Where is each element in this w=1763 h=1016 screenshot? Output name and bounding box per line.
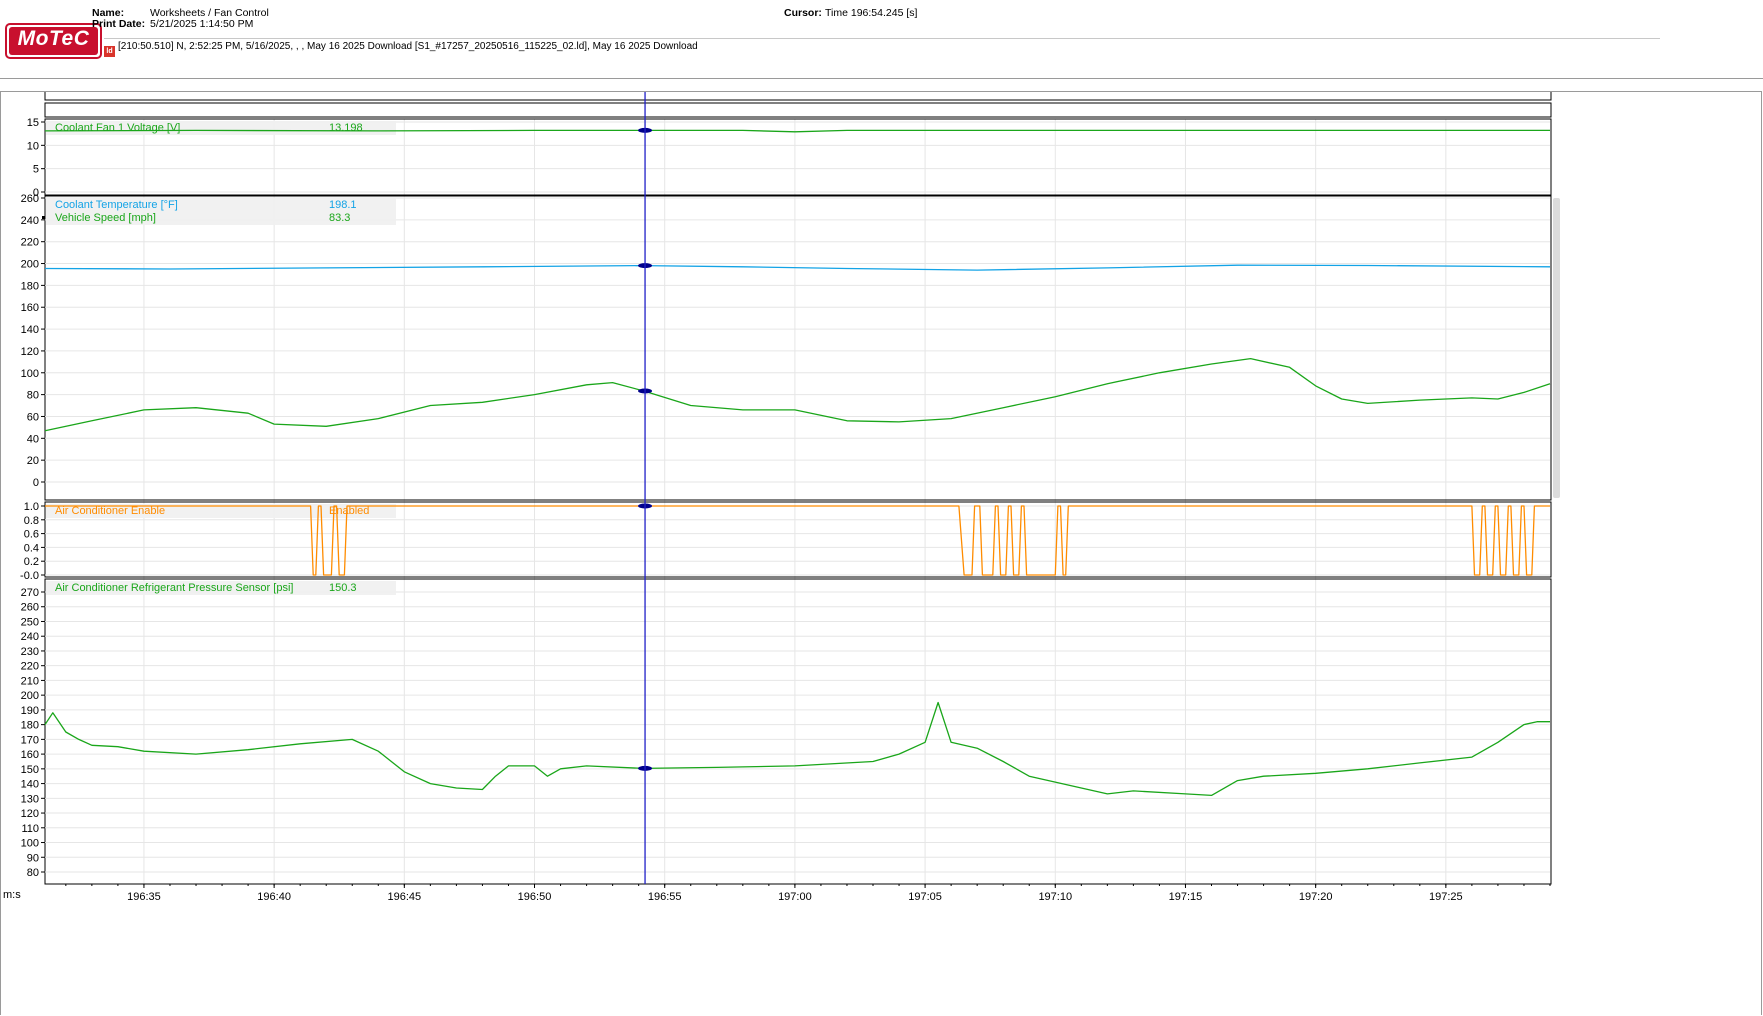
- y-tick-label: 150: [21, 764, 39, 776]
- y-tick-label: 80: [27, 867, 39, 879]
- y-tick-label: 140: [21, 324, 39, 336]
- y-tick-label: 180: [21, 720, 39, 732]
- x-tick-label: 196:40: [257, 891, 291, 903]
- y-tick-label: 240: [21, 215, 39, 227]
- x-tick-label: 197:05: [908, 891, 942, 903]
- y-tick-label: 220: [21, 661, 39, 673]
- y-tick-label: 140: [21, 779, 39, 791]
- x-axis-unit-label: m:s: [3, 889, 21, 901]
- legend-series-name: Air Conditioner Enable: [55, 505, 165, 517]
- time-series-chart[interactable]: 196:35 196:40 196:45 196:50 196:55 197:00 197:…: [1, 92, 1761, 1016]
- x-tick-label: 196:50: [518, 891, 552, 903]
- y-tick-label: 170: [21, 734, 39, 746]
- y-tick-label: 5: [33, 164, 39, 176]
- y-tick-label: 60: [27, 411, 39, 423]
- y-tick-label: 0: [33, 477, 39, 489]
- header-divider: [104, 38, 1660, 39]
- y-tick-label: 160: [21, 749, 39, 761]
- y-tick-label: 180: [21, 280, 39, 292]
- y-tick-label: 240: [21, 631, 39, 643]
- legend-cursor-value: 83.3: [329, 212, 350, 224]
- print-date-value: 5/21/2025 1:14:50 PM: [150, 18, 254, 30]
- empty-strip-pane: [44, 102, 1552, 118]
- y-tick-label: 230: [21, 646, 39, 658]
- y-tick-label: 260: [21, 602, 39, 614]
- cursor-value: Time 196:54.245 [s]: [825, 7, 918, 19]
- empty-strip-pane: [44, 92, 1552, 101]
- motec-logo: MoTeC: [5, 23, 102, 59]
- cursor-label: Cursor:: [784, 7, 822, 19]
- legend-series-name: Coolant Temperature [°F]: [55, 199, 178, 211]
- legend-series-name: Air Conditioner Refrigerant Pressure Sen…: [55, 582, 293, 594]
- y-tick-label: -0.0: [20, 570, 39, 582]
- y-tick-label: 110: [21, 823, 39, 835]
- y-tick-label: 160: [21, 302, 39, 314]
- x-tick-label: 196:45: [387, 891, 421, 903]
- y-tick-label: 0.8: [24, 515, 39, 527]
- y-tick-label: 270: [21, 587, 39, 599]
- worksheet-panel: 196:35 196:40 196:45 196:50 196:55 197:00 197:…: [0, 91, 1762, 1015]
- series-line: [44, 264, 1551, 271]
- y-tick-label: 80: [27, 390, 39, 402]
- y-tick-label: 220: [21, 237, 39, 249]
- y-tick-label: 260: [21, 193, 39, 205]
- y-tick-label: 0.2: [24, 556, 39, 568]
- legend-cursor-value: 150.3: [329, 582, 357, 594]
- y-tick-label: 40: [27, 433, 39, 445]
- legend-cursor-value: Enabled: [329, 505, 369, 517]
- y-tick-label: 120: [21, 808, 39, 820]
- x-tick-label: 197:10: [1038, 891, 1072, 903]
- y-tick-label: 210: [21, 675, 39, 687]
- y-tick-label: 120: [21, 346, 39, 358]
- y-tick-label: 100: [21, 838, 39, 850]
- y-tick-label: 1.0: [24, 501, 39, 513]
- y-tick-label: 250: [21, 616, 39, 628]
- y-tick-label: 100: [21, 368, 39, 380]
- y-tick-label: 130: [21, 793, 39, 805]
- series-line: [44, 701, 1550, 797]
- y-tick-label: 10: [27, 140, 39, 152]
- y-tick-label: 90: [27, 852, 39, 864]
- y-tick-label: 15: [27, 117, 39, 129]
- logo-text: MoTeC: [9, 27, 98, 55]
- print-date-label: Print Date:: [92, 18, 146, 30]
- y-tick-label: 200: [21, 259, 39, 271]
- file-info: [210:50.510] N, 2:52:25 PM, 5/16/2025, ,…: [118, 41, 698, 52]
- active-channel-marker: [42, 216, 45, 219]
- y-tick-label: 200: [21, 690, 39, 702]
- y-tick-label: 0.6: [24, 529, 39, 541]
- pane-frame: [44, 578, 1552, 885]
- x-tick-label: 196:55: [648, 891, 682, 903]
- print-header: MoTeC Name: Worksheets / Fan Control Pri…: [0, 0, 1763, 79]
- legend-cursor-value: 198.1: [329, 199, 357, 211]
- ld-file-icon: ld: [104, 46, 115, 57]
- legend-series-name: Vehicle Speed [mph]: [55, 212, 156, 224]
- x-tick-label: 197:25: [1429, 891, 1463, 903]
- x-tick-label: 197:20: [1299, 891, 1333, 903]
- x-tick-label: 196:35: [127, 891, 161, 903]
- y-tick-label: 20: [27, 455, 39, 467]
- vertical-scrollbar: [1553, 198, 1560, 498]
- x-tick-label: 197:00: [778, 891, 812, 903]
- x-tick-label: 197:15: [1169, 891, 1203, 903]
- y-tick-label: 190: [21, 705, 39, 717]
- legend-cursor-value: 13.198: [329, 122, 363, 134]
- legend-series-name: Coolant Fan 1 Voltage [V]: [55, 122, 180, 134]
- y-tick-label: 0.4: [24, 542, 39, 554]
